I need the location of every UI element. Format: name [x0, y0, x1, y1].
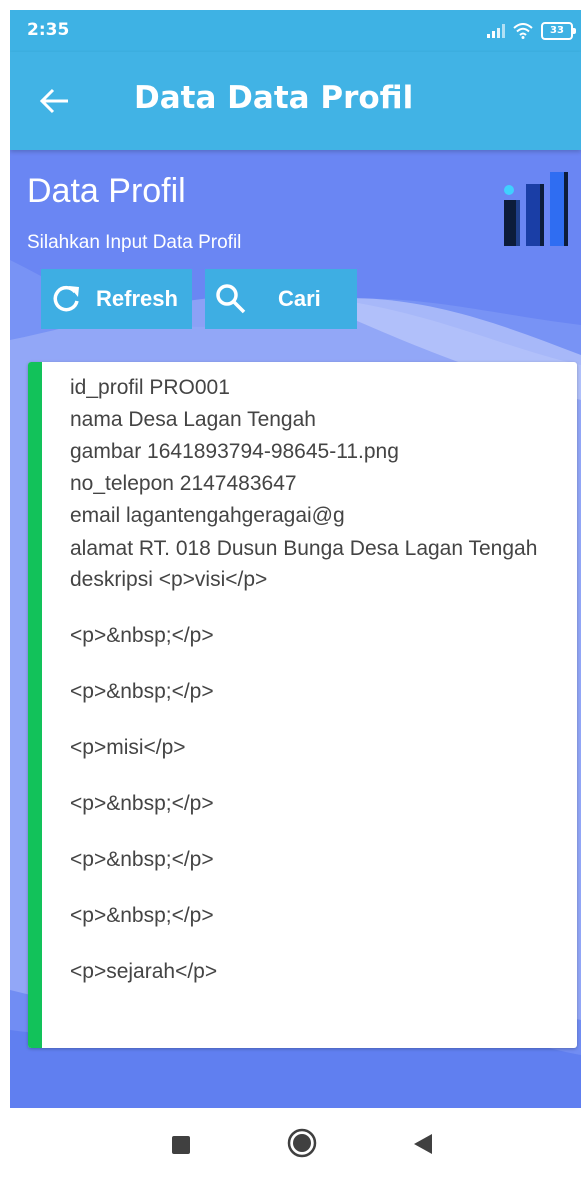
- status-time: 2:35: [27, 20, 70, 40]
- page-subtitle: Silahkan Input Data Profil: [27, 232, 242, 253]
- refresh-icon: [53, 285, 79, 312]
- battery-icon: 33: [541, 22, 576, 40]
- system-nav-bar: [10, 1108, 581, 1180]
- recents-icon[interactable]: [172, 1136, 190, 1154]
- search-button[interactable]: Cari: [205, 269, 357, 329]
- field-email: email lagantengahgeragai@g: [70, 504, 345, 527]
- home-icon[interactable]: [287, 1128, 317, 1158]
- back-icon[interactable]: [412, 1132, 434, 1156]
- status-bar: 2:35 33: [10, 10, 581, 52]
- field-gambar: gambar 1641893794-98645-11.png: [70, 440, 399, 463]
- refresh-button-label: Refresh: [96, 286, 178, 311]
- deskripsi-line: <p>&nbsp;</p>: [70, 792, 214, 815]
- app-bar-title: Data Data Profil: [134, 80, 414, 116]
- back-arrow-icon[interactable]: [38, 84, 72, 118]
- field-alamat: alamat RT. 018 Dusun Bunga Desa Lagan Te…: [70, 537, 538, 560]
- profile-card[interactable]: id_profil PRO001 nama Desa Lagan Tengah …: [28, 362, 577, 1048]
- bar-chart-3d-icon: [504, 172, 568, 246]
- card-accent-bar: [28, 362, 42, 1048]
- profile-card-body: id_profil PRO001 nama Desa Lagan Tengah …: [70, 372, 560, 1012]
- deskripsi-line: <p>&nbsp;</p>: [70, 904, 214, 927]
- signal-icon: [487, 24, 505, 38]
- search-icon: [216, 284, 246, 314]
- field-deskripsi: deskripsi <p>visi</p>: [70, 568, 268, 591]
- field-nama: nama Desa Lagan Tengah: [70, 408, 316, 431]
- phone-screen: 2:35 33 Data Data Profil Data Profil Sil…: [10, 10, 581, 1180]
- app-bar: Data Data Profil: [10, 52, 581, 150]
- page-heading: Data Profil: [27, 172, 186, 210]
- status-icons: 33: [487, 21, 576, 41]
- deskripsi-line: <p>&nbsp;</p>: [70, 680, 214, 703]
- main-content: Data Profil Silahkan Input Data Profil R…: [10, 150, 581, 1108]
- field-id-profil: id_profil PRO001: [70, 376, 230, 399]
- deskripsi-line: <p>misi</p>: [70, 736, 186, 759]
- search-button-label: Cari: [278, 286, 321, 311]
- field-no-telepon: no_telepon 2147483647: [70, 472, 297, 495]
- deskripsi-line: <p>&nbsp;</p>: [70, 848, 214, 871]
- refresh-button[interactable]: Refresh: [41, 269, 192, 329]
- deskripsi-line: <p>sejarah</p>: [70, 960, 218, 983]
- wifi-icon: [513, 23, 533, 39]
- deskripsi-line: <p>&nbsp;</p>: [70, 624, 214, 647]
